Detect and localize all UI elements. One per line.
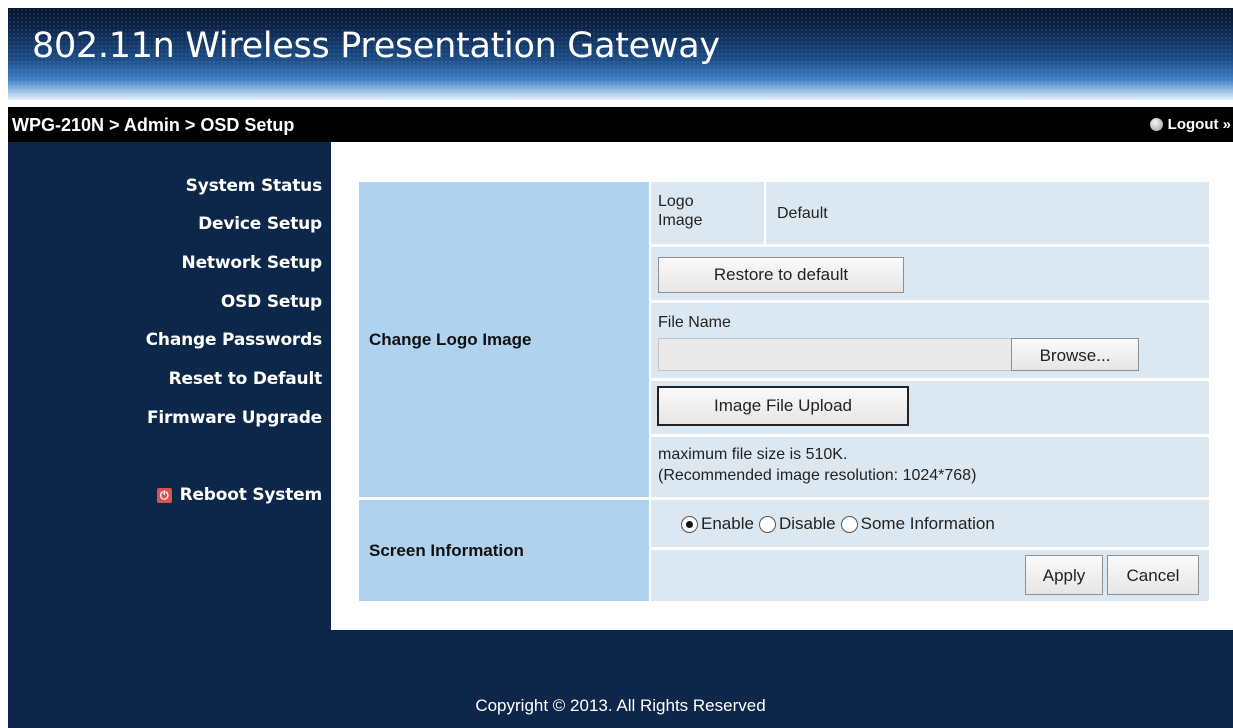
sidebar-item-system-status[interactable]: System Status [186,176,323,196]
sidebar-item-device-setup[interactable]: Device Setup [198,214,322,234]
apply-button[interactable]: Apply [1025,555,1103,595]
action-row: Apply Cancel [651,550,1209,601]
change-logo-label-cell: Change Logo Image [359,182,649,497]
breadcrumb-bar: WPG-210N > Admin > OSD Setup Logout » [8,107,1233,142]
browse-button[interactable]: Browse... [1011,338,1139,371]
file-name-input[interactable] [658,338,1012,371]
copyright-text: Copyright © 2013. All Rights Reserved [475,696,766,715]
file-name-label: File Name [658,314,731,331]
radio-disable[interactable] [758,515,776,533]
osd-setup-form: Change Logo Image Logo Image Default Res… [359,182,1211,602]
upload-row: Image File Upload [651,381,1209,434]
screen-info-label: Screen Information [369,541,524,560]
radio-enable-label: Enable [701,514,754,533]
app-title: 802.11n Wireless Presentation Gateway [32,26,720,66]
resolution-note: (Recommended image resolution: 1024*768) [658,467,977,484]
upload-note-row: maximum file size is 510K. (Recommended … [651,437,1209,497]
radio-some-information-label: Some Information [860,514,995,533]
breadcrumb: WPG-210N > Admin > OSD Setup [12,115,295,135]
radio-disable-option[interactable]: Disable [758,514,836,534]
max-size-note: maximum file size is 510K. [658,446,848,463]
screen-info-options-row: Enable Disable Some Information [651,500,1209,547]
sidebar-item-reboot-system[interactable]: ⏻ Reboot System [156,485,323,505]
logout-icon [1149,118,1163,131]
power-icon: ⏻ [156,487,172,503]
logo-image-value: Default [777,205,828,222]
file-name-row: File Name Browse... [651,303,1209,378]
radio-enable[interactable] [681,515,698,533]
header-banner: 802.11n Wireless Presentation Gateway [8,8,1233,100]
cancel-button[interactable]: Cancel [1107,555,1199,595]
restore-row: Restore to default [651,247,1209,300]
sidebar-item-osd-setup[interactable]: OSD Setup [221,292,322,312]
sidebar-item-reset-to-default[interactable]: Reset to Default [169,369,323,389]
change-logo-label: Change Logo Image [369,330,532,349]
screen-info-radio-group: Enable Disable Some Information [681,514,1000,534]
radio-some-information-option[interactable]: Some Information [840,514,995,534]
reboot-label: Reboot System [179,485,323,505]
screen-info-label-cell: Screen Information [359,500,649,601]
radio-enable-option[interactable]: Enable [681,514,754,534]
radio-disable-label: Disable [778,514,836,533]
footer: Copyright © 2013. All Rights Reserved [8,630,1233,728]
logo-image-label: Logo Image [658,193,703,229]
sidebar: System Status Device Setup Network Setup… [8,142,331,630]
restore-default-button[interactable]: Restore to default [658,257,904,293]
logout-label: Logout » [1167,116,1231,133]
sidebar-item-network-setup[interactable]: Network Setup [182,253,323,273]
logout-link[interactable]: Logout » [1149,116,1231,133]
logo-image-value-cell: Default [766,182,1209,244]
sidebar-item-firmware-upgrade[interactable]: Firmware Upgrade [147,408,322,428]
radio-some-information[interactable] [840,515,858,533]
sidebar-item-change-passwords[interactable]: Change Passwords [146,330,323,350]
image-upload-button[interactable]: Image File Upload [657,386,909,426]
logo-image-label-cell: Logo Image [651,182,764,244]
